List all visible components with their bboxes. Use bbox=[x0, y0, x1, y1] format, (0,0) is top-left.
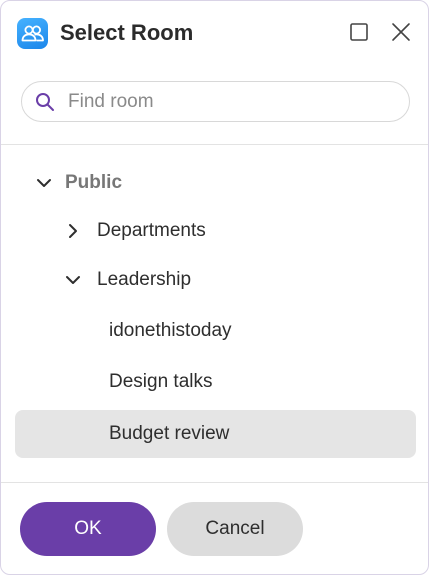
search-box[interactable] bbox=[21, 81, 410, 122]
tree-item-label: Design talks bbox=[109, 371, 213, 392]
title-bar: Select Room bbox=[1, 1, 428, 63]
tree-item-label: Leadership bbox=[97, 269, 192, 290]
close-icon[interactable] bbox=[390, 21, 412, 43]
ok-button[interactable]: OK bbox=[20, 502, 156, 556]
search-icon bbox=[35, 92, 55, 112]
tree-item-budget-review[interactable]: Budget review bbox=[15, 410, 416, 458]
divider bbox=[1, 482, 428, 483]
chevron-right-icon[interactable] bbox=[63, 221, 83, 241]
tree-item-label: idonethistoday bbox=[109, 320, 232, 341]
tree-item-label: Budget review bbox=[109, 423, 230, 444]
select-room-dialog: Select Room Public bbox=[0, 0, 429, 575]
tree-item-departments[interactable]: Departments bbox=[15, 208, 415, 254]
dialog-title: Select Room bbox=[60, 20, 194, 45]
divider bbox=[1, 144, 428, 145]
tree-item-label: Departments bbox=[97, 220, 206, 241]
tree-item-public[interactable]: Public bbox=[15, 160, 415, 206]
tree-item-idonethistoday[interactable]: idonethistoday bbox=[15, 308, 415, 354]
search-input[interactable] bbox=[68, 89, 398, 115]
cancel-button[interactable]: Cancel bbox=[167, 502, 303, 556]
tree-item-leadership[interactable]: Leadership bbox=[15, 257, 415, 303]
people-icon bbox=[17, 18, 48, 49]
chevron-down-icon[interactable] bbox=[63, 270, 83, 290]
chevron-down-icon[interactable] bbox=[34, 173, 54, 193]
tree-item-label: Public bbox=[65, 172, 123, 193]
tree-item-design-talks[interactable]: Design talks bbox=[15, 359, 415, 405]
maximize-icon[interactable] bbox=[348, 21, 370, 43]
